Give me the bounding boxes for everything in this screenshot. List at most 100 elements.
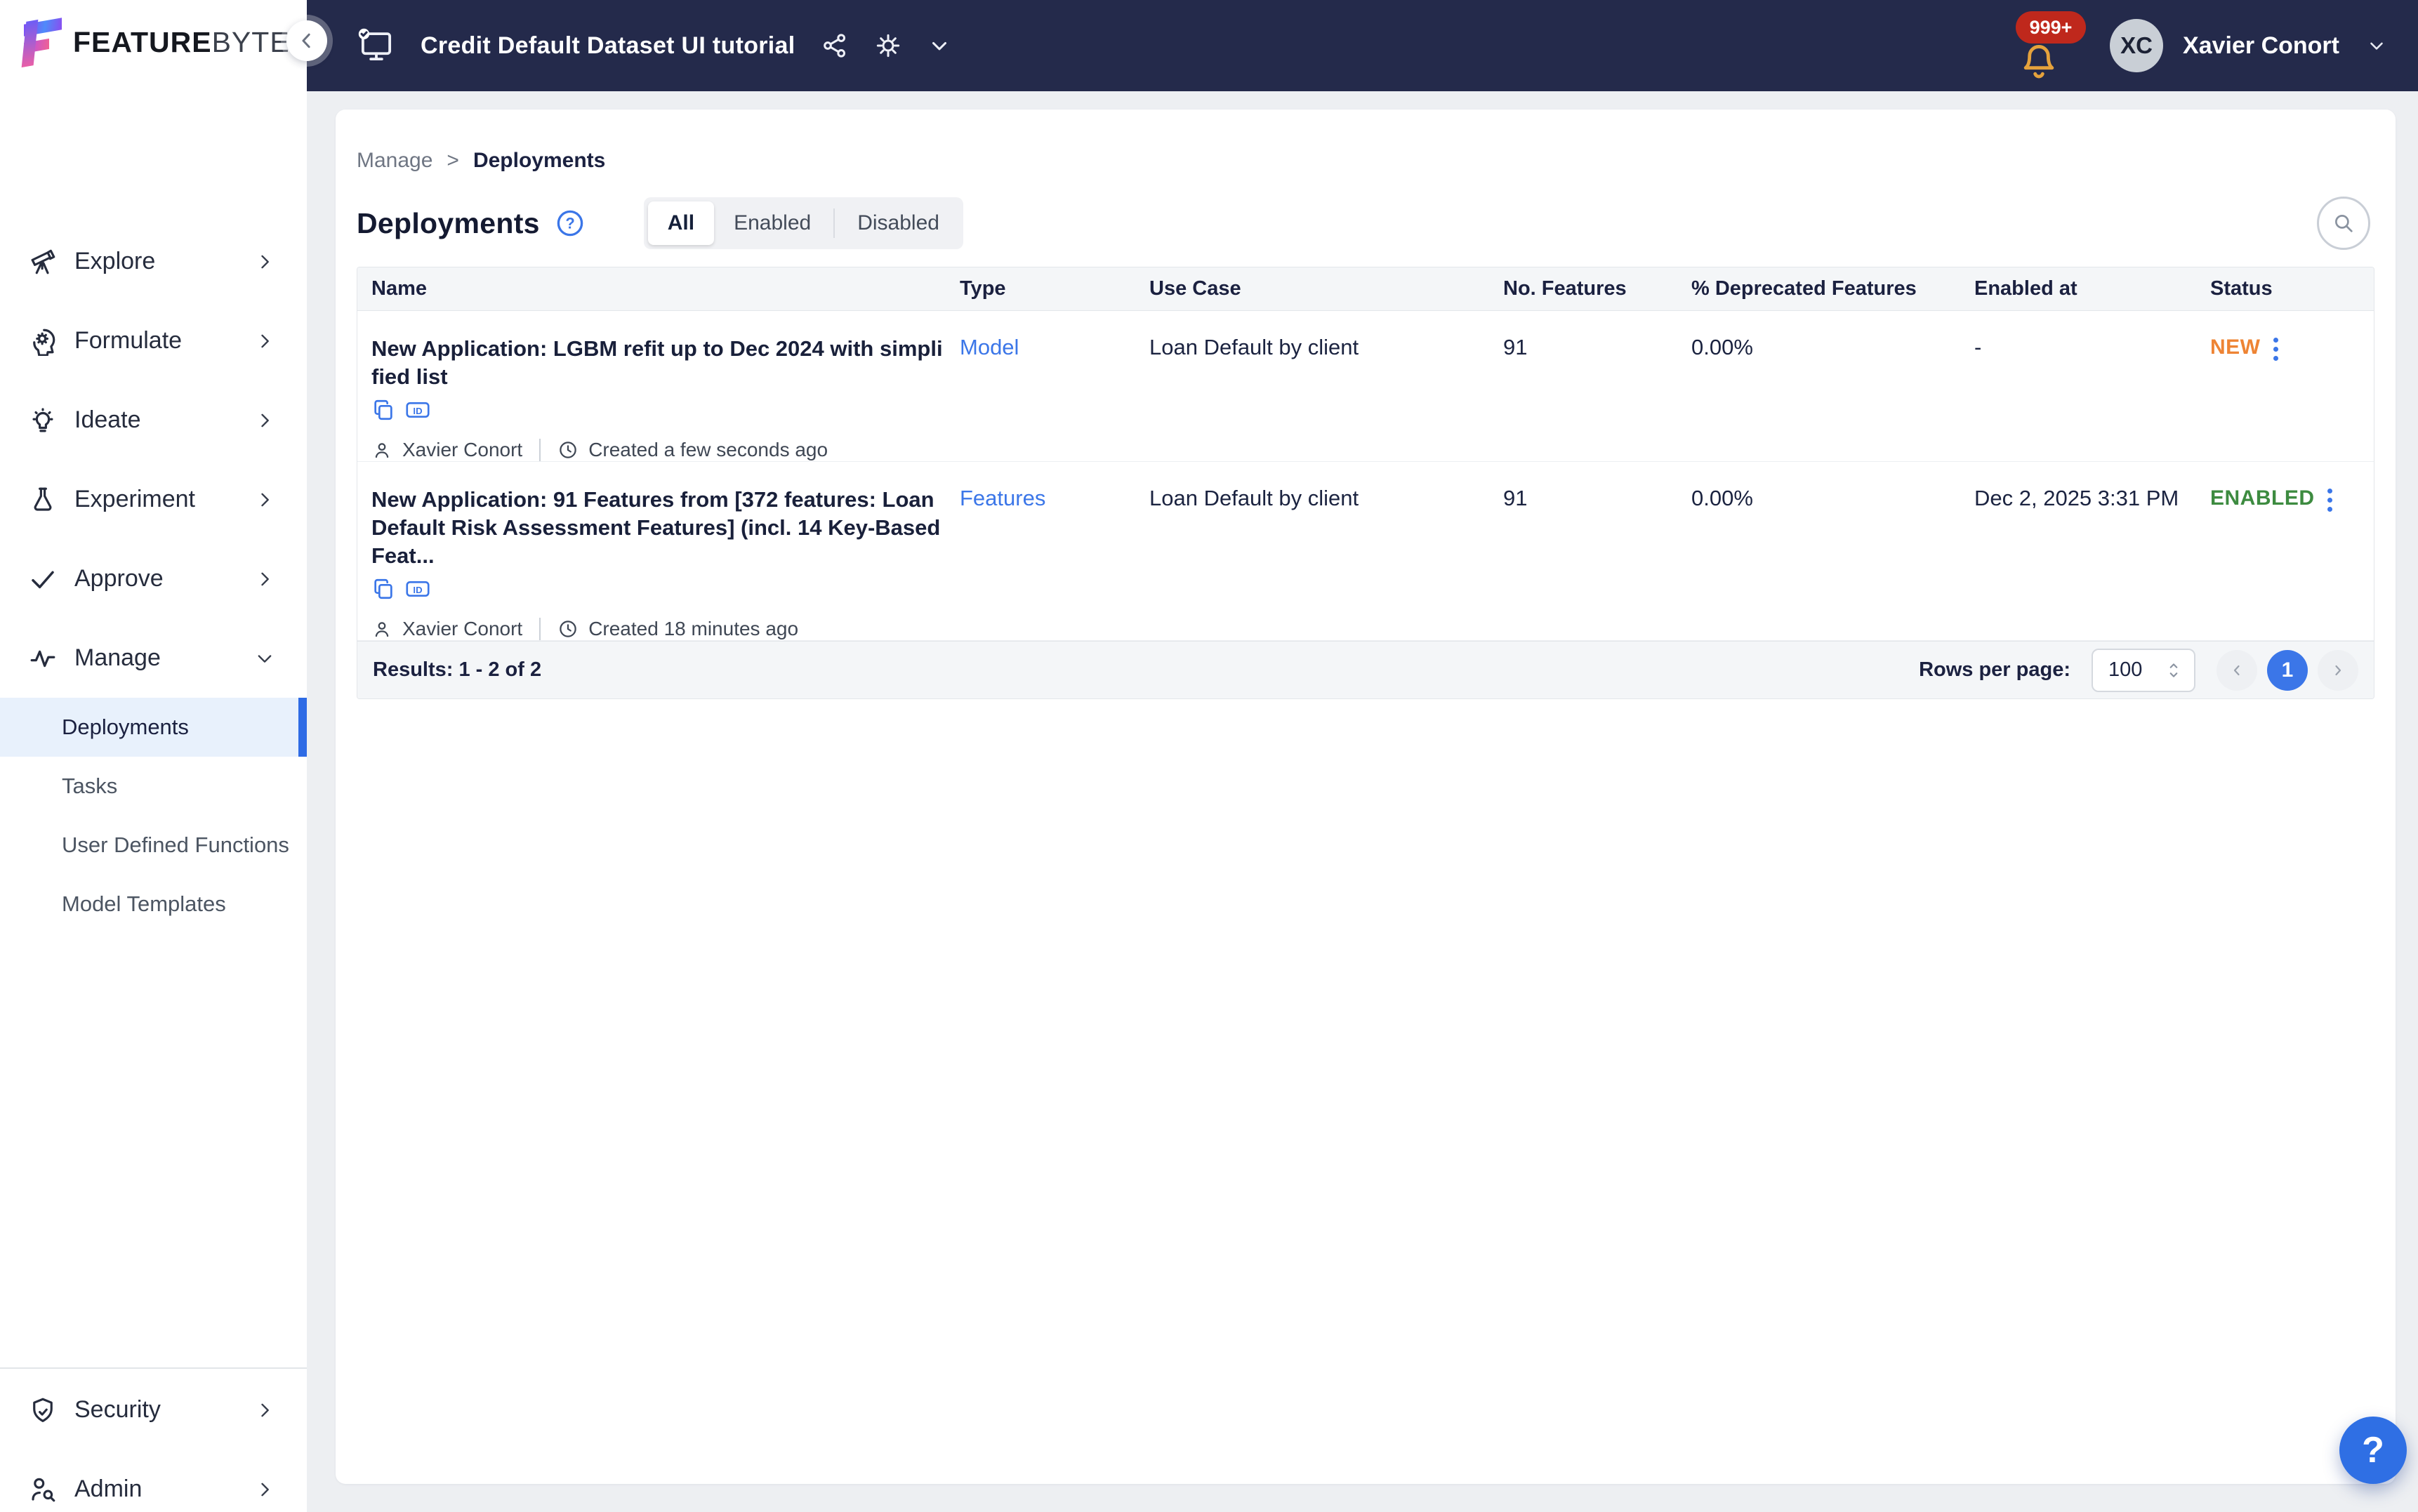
tab-all[interactable]: All [647, 201, 715, 245]
svg-text:?: ? [565, 215, 574, 232]
catalog-title[interactable]: Credit Default Dataset UI tutorial [421, 32, 795, 60]
chevron-right-icon [261, 413, 269, 427]
deployments-table: Name Type Use Case No. Features % Deprec… [357, 267, 2374, 699]
table-footer: Results: 1 - 2 of 2 Rows per page: 100 1 [357, 641, 2374, 698]
notifications-button[interactable]: 999+ [2014, 4, 2090, 87]
tab-disabled[interactable]: Disabled [838, 201, 959, 245]
sidebar-item-label: Explore [74, 248, 156, 274]
deployment-name-link[interactable]: New Application: 91 Features from [372 f… [371, 486, 949, 570]
bell-icon [2023, 45, 2054, 79]
sidebar-item-explore[interactable]: Explore [0, 222, 307, 301]
stepper-icon [2169, 663, 2178, 677]
sidebar-item-user-defined-functions[interactable]: User Defined Functions [0, 816, 307, 875]
chevron-left-icon [302, 33, 310, 48]
column-header-status: Status [2210, 277, 2273, 300]
gear-icon[interactable] [874, 32, 902, 60]
table-row: New Application: LGBM refit up to Dec 20… [357, 311, 2374, 462]
tab-enabled[interactable]: Enabled [714, 201, 831, 245]
svg-text:ID: ID [413, 406, 422, 416]
enabled-at-cell: Dec 2, 2025 3:31 PM [1974, 486, 2179, 510]
use-case-cell: Loan Default by client [1149, 486, 1359, 510]
sidebar-item-label: Formulate [74, 327, 183, 354]
page-number-button[interactable]: 1 [2267, 649, 2308, 691]
sidebar-item-deployments[interactable]: Deployments [0, 698, 307, 757]
flask-icon [34, 487, 52, 511]
copy-icon[interactable] [371, 398, 395, 422]
sidebar-item-manage[interactable]: Manage [0, 618, 307, 698]
no-features-cell: 91 [1503, 486, 1528, 510]
breadcrumb: Manage > Deployments [357, 149, 2374, 173]
submenu-label: Deployments [62, 715, 189, 739]
main-content: Manage > Deployments Deployments ? All E… [307, 91, 2418, 1512]
previous-page-button[interactable] [2216, 649, 2257, 691]
next-page-button[interactable] [2318, 649, 2358, 691]
chevron-down-icon[interactable] [2366, 35, 2387, 56]
chevron-right-icon [261, 1403, 269, 1417]
user-avatar[interactable]: XC [2110, 19, 2164, 72]
submenu-label: User Defined Functions [62, 833, 289, 857]
sidebar-item-label: Ideate [74, 406, 141, 433]
clock-icon [560, 442, 576, 458]
catalog-monitor-icon [358, 28, 392, 61]
chevron-right-icon [261, 1483, 269, 1496]
column-header-deprecated: % Deprecated Features [1691, 277, 1917, 300]
sidebar-item-approve[interactable]: Approve [0, 539, 307, 618]
rows-per-page-select[interactable]: 100 [2092, 648, 2195, 692]
manage-submenu: Deployments Tasks User Defined Functions… [0, 698, 307, 934]
no-features-cell: 91 [1503, 335, 1528, 359]
meta-divider [539, 439, 541, 461]
page-title: Deployments [357, 206, 540, 239]
row-created: Created 18 minutes ago [588, 618, 799, 639]
deployment-name-link[interactable]: New Application: LGBM refit up to Dec 20… [371, 335, 949, 391]
sidebar-item-ideate[interactable]: Ideate [0, 380, 307, 460]
telescope-icon [31, 249, 55, 274]
breadcrumb-parent[interactable]: Manage [357, 149, 432, 173]
submenu-label: Model Templates [62, 891, 226, 916]
sidebar-item-tasks[interactable]: Tasks [0, 757, 307, 816]
search-icon [2335, 215, 2353, 232]
use-case-cell: Loan Default by client [1149, 335, 1359, 359]
deployments-card: Manage > Deployments Deployments ? All E… [336, 110, 2396, 1484]
column-header-type: Type [960, 277, 1006, 300]
row-created: Created a few seconds ago [588, 439, 828, 460]
row-actions-kebab-icon[interactable] [2327, 486, 2332, 512]
sidebar-item-label: Approve [74, 565, 164, 592]
status-filter-tabs: All Enabled Disabled [643, 197, 963, 249]
meta-divider [539, 618, 541, 640]
brand-name: FEATUREBYTE [73, 25, 290, 58]
sidebar-item-model-templates[interactable]: Model Templates [0, 875, 307, 934]
id-icon[interactable]: ID [405, 577, 430, 601]
column-header-use-case: Use Case [1149, 277, 1241, 300]
user-name[interactable]: Xavier Conort [2183, 32, 2339, 60]
sidebar-item-formulate[interactable]: Formulate [0, 301, 307, 380]
sidebar-item-label: Experiment [74, 486, 195, 512]
id-icon[interactable]: ID [405, 398, 430, 422]
row-owner: Xavier Conort [402, 439, 523, 460]
sidebar-item-admin[interactable]: Admin [0, 1450, 307, 1512]
sidebar-item-security[interactable]: Security [0, 1370, 307, 1450]
share-icon[interactable] [821, 32, 849, 60]
lightbulb-icon [32, 407, 53, 432]
notification-count-badge: 999+ [2016, 11, 2087, 44]
brand-logo[interactable]: FEATUREBYTE [21, 15, 290, 69]
sidebar-item-experiment[interactable]: Experiment [0, 460, 307, 539]
activity-icon [30, 650, 55, 667]
copy-icon[interactable] [371, 577, 395, 601]
sidebar-collapse-button[interactable] [286, 20, 327, 61]
type-link[interactable]: Model [960, 335, 1019, 359]
row-meta: Xavier Conort Created 18 minutes ago [371, 618, 960, 640]
chevron-down-icon[interactable] [927, 34, 951, 58]
enabled-at-cell: - [1974, 335, 1982, 359]
table-row: New Application: 91 Features from [372 f… [357, 462, 2374, 641]
row-actions-kebab-icon[interactable] [2273, 335, 2278, 361]
chevron-right-icon [261, 572, 269, 585]
help-circle-icon[interactable]: ? [555, 208, 585, 238]
type-link[interactable]: Features [960, 486, 1045, 510]
sidebar: FEATUREBYTE Explore Formulate Ideate Exp… [0, 0, 307, 1512]
search-button[interactable] [2317, 197, 2370, 250]
rows-per-page-value: 100 [2108, 658, 2143, 681]
chevron-right-icon [261, 493, 269, 506]
help-fab-button[interactable]: ? [2339, 1417, 2407, 1484]
breadcrumb-current: Deployments [473, 149, 606, 172]
sidebar-item-label: Admin [74, 1475, 143, 1502]
